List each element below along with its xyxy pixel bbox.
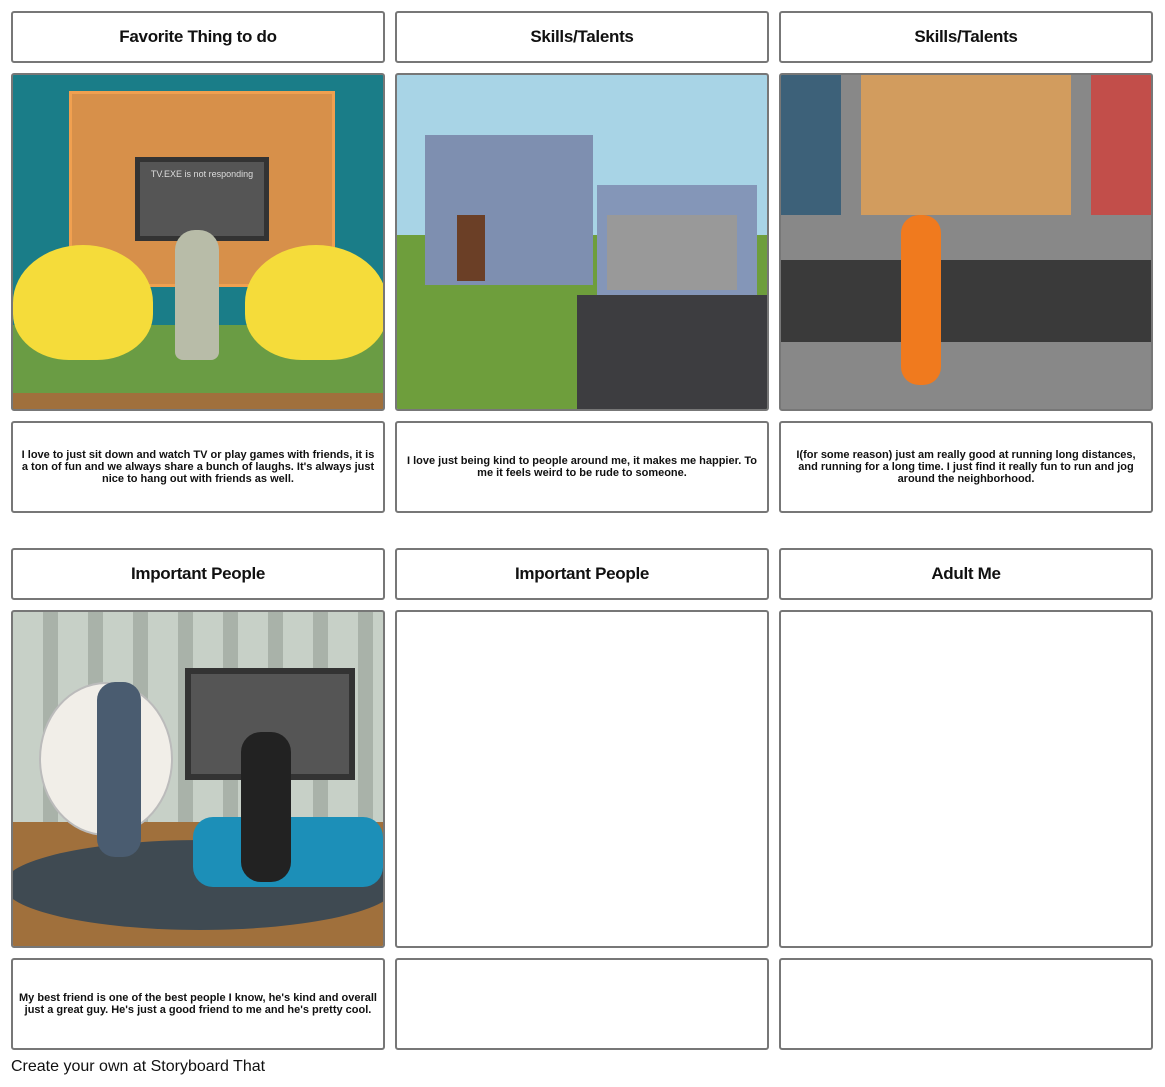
cell-2-title: Skills/Talents <box>395 11 769 63</box>
scene-gaming-room: TV.EXE is not responding <box>11 73 385 411</box>
cell-4-description: My best friend is one of the best people… <box>11 958 385 1050</box>
scene-house <box>395 73 769 411</box>
storyboard-that-link[interactable]: Create your own at Storyboard That <box>11 1058 265 1076</box>
character-friend <box>241 732 291 882</box>
cell-4-title: Important People <box>11 548 385 600</box>
front-door <box>457 215 485 281</box>
runner <box>901 215 941 385</box>
empty-scene-5 <box>395 610 769 948</box>
tv-error-text: TV.EXE is not responding <box>150 169 254 179</box>
road <box>781 260 1151 342</box>
beanbag-left <box>13 245 153 360</box>
driveway <box>577 295 767 409</box>
house-blue <box>781 75 841 215</box>
scene-living-room <box>11 610 385 948</box>
cell-1-description: I love to just sit down and watch TV or … <box>11 421 385 513</box>
scene-street <box>779 73 1153 411</box>
cell-5-title: Important People <box>395 548 769 600</box>
tv-screen: TV.EXE is not responding <box>135 157 269 241</box>
character-cowboy <box>97 682 141 857</box>
cell-3-description: I(for some reason) just am really good a… <box>779 421 1153 513</box>
cell-5-description <box>395 958 769 1050</box>
empty-scene-6 <box>779 610 1153 948</box>
cell-1-title: Favorite Thing to do <box>11 11 385 63</box>
beanbag-right <box>245 245 383 360</box>
house-red <box>1091 75 1151 215</box>
garage-door <box>607 215 737 290</box>
character-back <box>175 230 219 360</box>
wood-floor <box>13 393 383 409</box>
house <box>425 135 593 285</box>
cell-6-description <box>779 958 1153 1050</box>
cell-3-title: Skills/Talents <box>779 11 1153 63</box>
house-tan <box>861 75 1071 215</box>
cell-6-title: Adult Me <box>779 548 1153 600</box>
cell-2-description: I love just being kind to people around … <box>395 421 769 513</box>
